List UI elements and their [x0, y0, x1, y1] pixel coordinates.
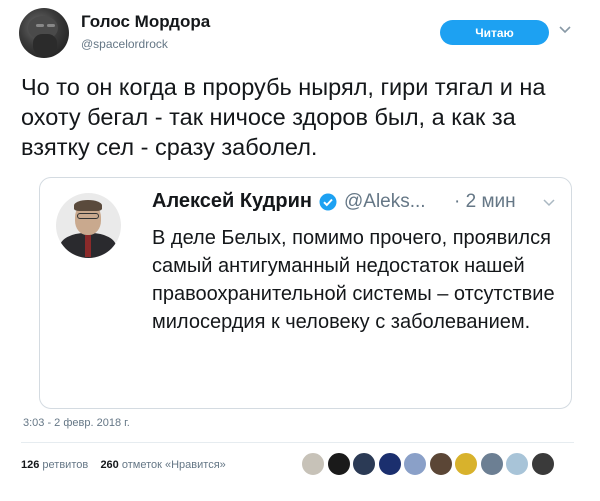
retweets-count[interactable]: 126 — [21, 459, 39, 471]
author-avatar[interactable] — [19, 8, 69, 58]
quoted-chevron-down-icon[interactable] — [542, 197, 556, 209]
divider — [21, 442, 574, 443]
liker-avatar[interactable] — [403, 452, 427, 476]
quoted-tweet[interactable]: Алексей Кудрин @Aleks... · 2 мин В деле … — [39, 177, 572, 409]
liker-avatar[interactable] — [530, 452, 555, 476]
liker-avatars — [301, 452, 561, 478]
likes-label[interactable]: отметок «Нравится» — [122, 459, 226, 471]
tweet-timestamp[interactable]: 3:03 - 2 февр. 2018 г. — [23, 417, 130, 429]
quoted-time: · 2 мин — [454, 191, 516, 212]
liker-avatar[interactable] — [301, 452, 325, 476]
chevron-down-icon[interactable] — [557, 23, 573, 37]
quoted-author-handle: @Aleks... — [344, 191, 426, 212]
liker-avatar[interactable] — [377, 452, 402, 476]
quoted-tweet-text: В деле Белых, помимо прочего, проявился … — [152, 227, 555, 333]
liker-avatar[interactable] — [479, 452, 504, 476]
verified-badge-icon — [319, 193, 337, 211]
liker-avatar[interactable] — [428, 452, 453, 476]
follow-button[interactable]: Читаю — [440, 20, 549, 45]
liker-avatar[interactable] — [454, 452, 478, 476]
quoted-author-name: Алексей Кудрин — [152, 190, 312, 212]
quoted-author-avatar — [56, 193, 121, 258]
author-handle[interactable]: @spacelordrock — [81, 37, 168, 51]
author-name[interactable]: Голос Мордора — [81, 12, 210, 32]
tweet-stats: 126 ретвитов 260 отметок «Нравится» — [21, 459, 226, 471]
retweets-label[interactable]: ретвитов — [42, 459, 88, 471]
liker-avatar[interactable] — [505, 452, 529, 476]
liker-avatar[interactable] — [326, 452, 351, 476]
tweet-text: Чо то он когда в прорубь нырял, гири тяг… — [21, 74, 546, 160]
likes-count[interactable]: 260 — [100, 459, 118, 471]
liker-avatar[interactable] — [352, 452, 376, 476]
